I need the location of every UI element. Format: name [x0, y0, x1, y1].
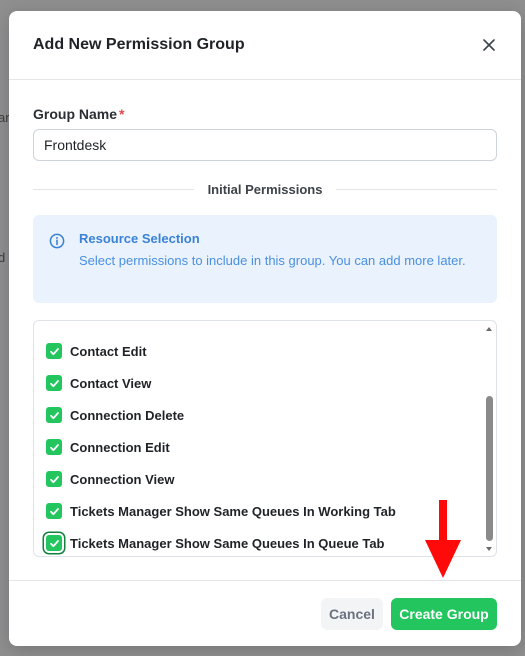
group-name-label: Group Name *	[33, 106, 497, 122]
scroll-down-arrow-icon[interactable]	[484, 545, 494, 553]
checkmark-icon	[49, 411, 59, 419]
permission-item[interactable]: Contact Edit	[46, 335, 396, 367]
dialog-body: Group Name * Frontdesk Initial Permission…	[9, 80, 521, 557]
permission-item[interactable]: Contact View	[46, 367, 396, 399]
permission-label: Tickets Manager Show Same Queues In Work…	[70, 503, 396, 519]
scroll-up-arrow-icon[interactable]	[484, 325, 494, 333]
permission-item[interactable]: Tickets Manager Show Same Queues In Queu…	[46, 527, 396, 556]
required-marker: *	[119, 106, 125, 122]
group-name-label-text: Group Name	[33, 106, 118, 122]
permission-checkbox[interactable]	[46, 343, 62, 359]
group-name-input[interactable]: Frontdesk	[33, 129, 497, 161]
permission-item[interactable]: Connection View	[46, 463, 396, 495]
create-group-button[interactable]: Create Group	[391, 597, 497, 630]
dialog-header: Add New Permission Group	[9, 11, 521, 80]
close-icon	[483, 39, 495, 51]
divider-line-right	[336, 188, 497, 190]
list-scrollbar[interactable]	[484, 325, 494, 553]
info-description: Select permissions to include in this gr…	[79, 253, 466, 268]
group-name-input-value: Frontdesk	[44, 137, 107, 153]
dialog-footer: Cancel Create Group	[9, 580, 521, 646]
section-divider: Initial Permissions	[33, 179, 497, 199]
checkmark-icon	[49, 347, 59, 355]
permission-label: Contact Edit	[70, 343, 147, 359]
permission-checkbox[interactable]	[46, 503, 62, 519]
checkmark-icon	[49, 443, 59, 451]
permission-checkbox[interactable]	[46, 407, 62, 423]
permission-label: Tickets Manager Show Same Queues In Queu…	[70, 535, 385, 551]
info-title: Resource Selection	[79, 231, 200, 246]
resource-selection-info: Resource Selection Select permissions to…	[33, 215, 497, 303]
close-button[interactable]	[477, 33, 501, 57]
checkmark-icon	[49, 475, 59, 483]
divider-line-left	[33, 188, 194, 190]
permission-checkbox[interactable]	[46, 471, 62, 487]
checkmark-icon	[49, 507, 59, 515]
permission-item[interactable]: Connection Edit	[46, 431, 396, 463]
permission-checkbox[interactable]	[46, 439, 62, 455]
permission-item[interactable]: Connection Delete	[46, 399, 396, 431]
permission-checkbox[interactable]	[46, 535, 62, 551]
info-icon	[49, 233, 65, 249]
permission-label: Connection View	[70, 471, 175, 487]
permission-label: Connection Delete	[70, 407, 185, 423]
checkmark-icon	[49, 379, 59, 387]
cancel-button[interactable]: Cancel	[321, 597, 383, 630]
checkmark-icon	[49, 539, 59, 547]
info-content: Resource Selection Select permissions to…	[79, 231, 466, 303]
info-icon-wrapper	[49, 231, 65, 303]
permission-item[interactable]: Tickets Manager Show Same Queues In Work…	[46, 495, 396, 527]
permission-checkbox[interactable]	[46, 375, 62, 391]
initial-permissions-heading: Initial Permissions	[207, 181, 323, 197]
permission-label: Contact View	[70, 375, 152, 391]
dialog-title: Add New Permission Group	[33, 36, 245, 53]
red-arrow-annotation-icon	[425, 500, 461, 578]
scroll-thumb[interactable]	[486, 396, 493, 541]
permissions-list-items: Contact Edit Contact View Connection Delet…	[46, 335, 396, 556]
permission-label: Connection Edit	[70, 439, 170, 455]
